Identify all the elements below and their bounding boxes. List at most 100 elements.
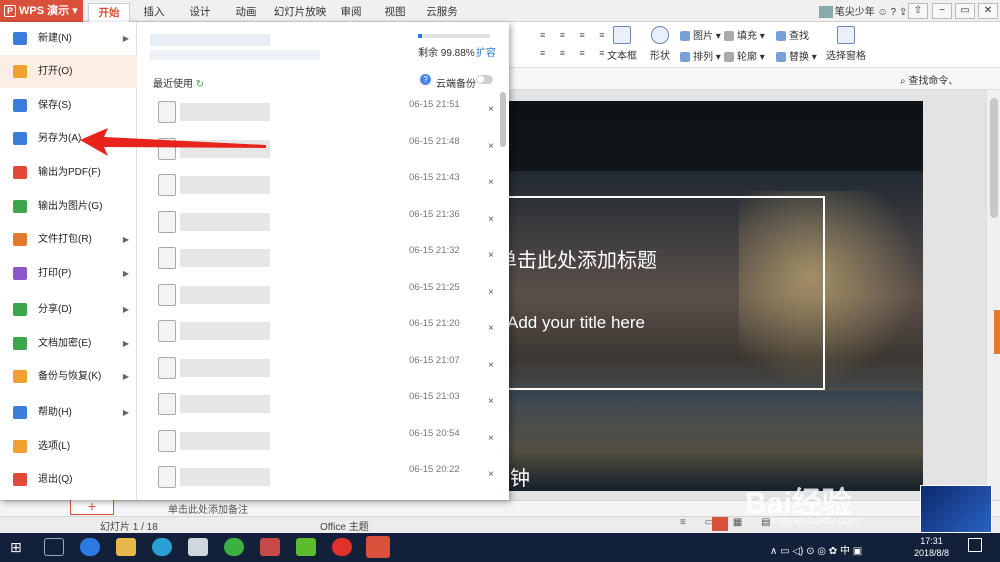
- recent-file-row[interactable]: 06-15 21:03 ×: [150, 391, 500, 427]
- file-menu-item-label: 文件打包(R): [38, 234, 92, 245]
- file-menu-item-11[interactable]: 帮助(H) ▶: [0, 396, 137, 429]
- notes-placeholder[interactable]: 单击此处添加备注: [168, 501, 248, 516]
- paragraph-tools[interactable]: ≡ ≡ ≡ ≡: [540, 30, 611, 40]
- file-menu-item-2[interactable]: 保存(S): [0, 89, 137, 122]
- recent-file-time: 06-15 21:48: [409, 135, 460, 147]
- kuaiya-icon[interactable]: [80, 538, 100, 556]
- iqiyi-icon[interactable]: [296, 538, 316, 556]
- notification-center-icon[interactable]: [968, 538, 982, 552]
- tab-design[interactable]: 设计: [182, 3, 218, 22]
- picture-button[interactable]: 图片 ▾: [680, 27, 721, 42]
- help-icon: [13, 406, 27, 419]
- remove-recent-icon[interactable]: ×: [488, 214, 494, 225]
- restore-ribbon-icon[interactable]: ⇧: [908, 3, 928, 19]
- find-button[interactable]: 查找: [776, 27, 809, 42]
- netease-music-icon[interactable]: [332, 538, 352, 556]
- command-search-input[interactable]: ⌕ 查找命令、: [900, 72, 958, 87]
- remove-recent-icon[interactable]: ×: [488, 323, 494, 334]
- cloud-backup-toggle[interactable]: [476, 75, 493, 84]
- file-menu-item-12[interactable]: 选项(L): [0, 430, 137, 463]
- editor-scrollbar[interactable]: [986, 90, 1000, 500]
- tab-cloud[interactable]: 云服务: [420, 3, 464, 22]
- remove-recent-icon[interactable]: ×: [488, 104, 494, 115]
- recent-file-name-blurred: [180, 249, 270, 267]
- tab-home[interactable]: 开始: [88, 3, 130, 22]
- replace-icon: [776, 52, 786, 63]
- normal-view-button[interactable]: [712, 517, 728, 531]
- slide-subtitle[interactable]: 钟: [510, 462, 530, 491]
- arrange-button[interactable]: 排列 ▾: [680, 48, 721, 63]
- system-tray[interactable]: ∧ ▭ ◁) ⊙ ◎ ✿ 中 ▣: [770, 542, 862, 557]
- recent-file-row[interactable]: 06-15 21:32 ×: [150, 245, 500, 281]
- remove-recent-icon[interactable]: ×: [488, 469, 494, 480]
- remove-recent-icon[interactable]: ×: [488, 141, 494, 152]
- add-slide-button[interactable]: +: [70, 499, 114, 515]
- task-view-icon[interactable]: [44, 538, 64, 556]
- file-menu-item-6[interactable]: 文件打包(R) ▶: [0, 223, 137, 256]
- file-menu-item-13[interactable]: 退出(Q): [0, 463, 137, 496]
- minimize-button[interactable]: −: [932, 3, 952, 19]
- remove-recent-icon[interactable]: ×: [488, 433, 494, 444]
- slide-top-band: [509, 101, 923, 171]
- wechat-icon[interactable]: [224, 538, 244, 556]
- browser-icon[interactable]: [152, 538, 172, 556]
- recent-file-row[interactable]: 06-15 21:43 ×: [150, 172, 500, 208]
- remove-recent-icon[interactable]: ×: [488, 360, 494, 371]
- recent-file-row[interactable]: 06-15 20:54 ×: [150, 428, 500, 464]
- ime-indicator[interactable]: 中: [840, 546, 850, 557]
- recent-file-row[interactable]: 06-15 21:36 ×: [150, 209, 500, 245]
- app-menu-button[interactable]: P WPS 演示 ▾: [0, 0, 83, 22]
- file-menu-item-4[interactable]: 输出为PDF(F): [0, 156, 137, 189]
- recent-file-row[interactable]: 06-15 21:25 ×: [150, 282, 500, 318]
- file-menu-item-8[interactable]: 分享(D) ▶: [0, 293, 137, 326]
- remove-recent-icon[interactable]: ×: [488, 396, 494, 407]
- title-placeholder-box[interactable]: [500, 196, 825, 390]
- tab-animation[interactable]: 动画: [228, 3, 264, 22]
- slide-title-cn[interactable]: 单击此处添加标题: [497, 244, 657, 273]
- outline-button[interactable]: 轮廓 ▾: [724, 48, 765, 63]
- calculator-icon[interactable]: [188, 538, 208, 556]
- remove-recent-icon[interactable]: ×: [488, 177, 494, 188]
- side-panel-handle[interactable]: [994, 310, 1000, 354]
- recent-file-row[interactable]: 06-15 21:07 ×: [150, 355, 500, 391]
- file-menu-item-5[interactable]: 输出为图片(G): [0, 190, 137, 223]
- file-menu-item-9[interactable]: 文档加密(E) ▶: [0, 327, 137, 360]
- recent-file-row[interactable]: 06-15 21:20 ×: [150, 318, 500, 354]
- close-window-button[interactable]: ✕: [978, 3, 998, 19]
- slide-title-en[interactable]: Add your title here: [507, 313, 645, 333]
- cloud-expand-link[interactable]: 扩容: [476, 44, 496, 59]
- backup-help-icon[interactable]: ?: [420, 74, 431, 85]
- file-menu-item-1[interactable]: 打开(O): [0, 55, 137, 88]
- refresh-icon[interactable]: ↻: [196, 79, 204, 90]
- remove-recent-icon[interactable]: ×: [488, 287, 494, 298]
- tab-view[interactable]: 视图: [380, 3, 410, 22]
- start-button-icon[interactable]: ⊞: [10, 538, 30, 556]
- wps-taskbar-icon[interactable]: [366, 536, 390, 558]
- shape-button[interactable]: 形状: [646, 26, 674, 62]
- editor-scrollbar-thumb[interactable]: [990, 98, 998, 218]
- maximize-button[interactable]: ▭: [955, 3, 975, 19]
- recent-scrollbar[interactable]: [500, 92, 506, 147]
- file-explorer-icon[interactable]: [116, 538, 136, 556]
- tab-insert[interactable]: 插入: [138, 3, 170, 22]
- help-small-icon[interactable]: ?: [890, 7, 896, 18]
- user-account[interactable]: 笔尖少年 ☺ ? ⇪ ⋮: [818, 3, 920, 19]
- tab-review[interactable]: 审阅: [336, 3, 366, 22]
- recent-file-row[interactable]: 06-15 20:22 ×: [150, 464, 500, 500]
- alignment-tools[interactable]: ≡ ≡ ≡ ≡: [540, 48, 611, 58]
- file-menu-item-10[interactable]: 备份与恢复(K) ▶: [0, 360, 137, 393]
- tab-slideshow[interactable]: 幻灯片放映: [272, 3, 328, 22]
- remove-recent-icon[interactable]: ×: [488, 250, 494, 261]
- taskbar-clock[interactable]: 17:31 2018/8/8: [914, 535, 949, 559]
- file-menu-item-label: 另存为(A): [38, 133, 82, 144]
- recent-file-name-blurred: [180, 103, 270, 121]
- textbox-button[interactable]: 文本框: [606, 26, 638, 62]
- select-pane-button[interactable]: 选择窗格: [826, 26, 866, 62]
- share-small-icon[interactable]: ⇪: [899, 7, 907, 18]
- skin-icon[interactable]: ☺: [877, 7, 887, 18]
- file-menu-item-7[interactable]: 打印(P) ▶: [0, 257, 137, 290]
- file-menu-item-0[interactable]: 新建(N) ▶: [0, 22, 137, 55]
- replace-button[interactable]: 替换 ▾: [776, 48, 817, 63]
- fill-button[interactable]: 填充 ▾: [724, 27, 765, 42]
- paint-icon[interactable]: [260, 538, 280, 556]
